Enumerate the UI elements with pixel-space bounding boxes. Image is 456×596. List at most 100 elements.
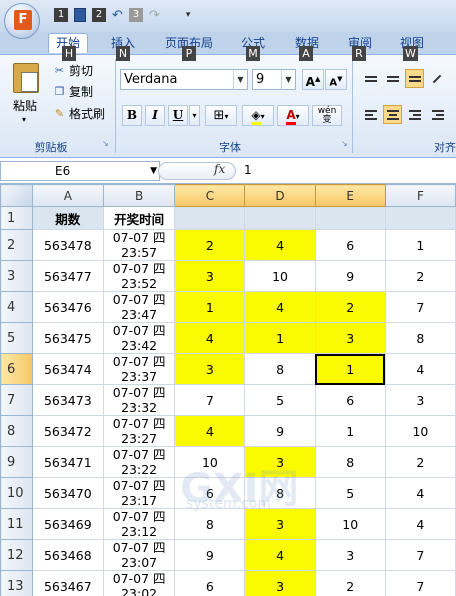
phonetic-button[interactable]: wén 变 xyxy=(312,105,342,126)
fill-color-button[interactable]: ◈▾ xyxy=(242,105,274,126)
cell-f[interactable]: 3 xyxy=(384,384,456,416)
font-launcher-icon[interactable]: ↘ xyxy=(341,139,348,148)
cell-d[interactable]: 8 xyxy=(244,353,316,385)
cell-f[interactable]: 4 xyxy=(384,508,456,540)
cell-d[interactable]: 8 xyxy=(244,477,316,509)
cell-c1[interactable] xyxy=(174,206,246,230)
cell-c[interactable]: 6 xyxy=(174,477,246,509)
cell-c[interactable]: 3 xyxy=(174,353,246,385)
cell-e[interactable]: 5 xyxy=(314,477,386,509)
cell-d[interactable]: 3 xyxy=(244,446,316,478)
undo-icon[interactable]: ↶ xyxy=(112,8,123,23)
cell-period[interactable]: 563473 xyxy=(31,384,104,416)
paste-icon[interactable] xyxy=(13,63,39,93)
align-right-icon[interactable] xyxy=(405,105,424,124)
cell-period[interactable]: 563477 xyxy=(31,260,104,292)
cell-time-header[interactable]: 开奖时间 xyxy=(102,206,176,230)
row-header[interactable]: 3 xyxy=(0,260,33,292)
cell-e[interactable]: 2 xyxy=(314,291,386,323)
cell-time[interactable]: 07-07 四 23:27 xyxy=(102,415,176,447)
cell-e[interactable]: 1 xyxy=(314,353,386,385)
align-top-icon[interactable] xyxy=(361,69,380,88)
row-header[interactable]: 9 xyxy=(0,446,33,478)
bold-button[interactable]: B xyxy=(122,105,142,126)
cell-d[interactable]: 1 xyxy=(244,322,316,354)
cell-time[interactable]: 07-07 四 23:37 xyxy=(102,353,176,385)
cell-period[interactable]: 563468 xyxy=(31,539,104,571)
cell-d[interactable]: 3 xyxy=(244,508,316,540)
cell-f[interactable]: 1 xyxy=(384,229,456,261)
row-header[interactable]: 6 xyxy=(0,353,33,385)
row-header[interactable]: 11 xyxy=(0,508,33,540)
cell-f[interactable]: 7 xyxy=(384,291,456,323)
chevron-down-icon[interactable]: ▼ xyxy=(150,162,157,180)
copy-button[interactable]: ❐ 复制 xyxy=(53,83,93,100)
cell-time[interactable]: 07-07 四 23:42 xyxy=(102,322,176,354)
cell-period[interactable]: 563476 xyxy=(31,291,104,323)
cell-e1[interactable] xyxy=(314,206,386,230)
cell-d[interactable]: 9 xyxy=(244,415,316,447)
cut-button[interactable]: ✂ 剪切 xyxy=(53,62,93,79)
paste-dropdown-icon[interactable]: ▾ xyxy=(22,115,26,124)
cell-e[interactable]: 9 xyxy=(314,260,386,292)
cell-e[interactable]: 8 xyxy=(314,446,386,478)
cell-c[interactable]: 4 xyxy=(174,415,246,447)
cell-d[interactable]: 5 xyxy=(244,384,316,416)
cell-f1[interactable] xyxy=(384,206,456,230)
font-color-button[interactable]: A▾ xyxy=(277,105,309,126)
cell-period[interactable]: 563469 xyxy=(31,508,104,540)
row-header[interactable]: 13 xyxy=(0,570,33,596)
chevron-down-icon[interactable]: ▼ xyxy=(281,70,295,89)
cell-period[interactable]: 563472 xyxy=(31,415,104,447)
cell-d[interactable]: 4 xyxy=(244,229,316,261)
cell-time[interactable]: 07-07 四 23:52 xyxy=(102,260,176,292)
cell-time[interactable]: 07-07 四 23:22 xyxy=(102,446,176,478)
qat-customize-icon[interactable]: ▾ xyxy=(186,10,191,20)
borders-button[interactable]: ⊞▾ xyxy=(205,105,237,126)
cell-c[interactable]: 1 xyxy=(174,291,246,323)
indent-icon[interactable] xyxy=(428,105,447,124)
cell-d1[interactable] xyxy=(244,206,316,230)
format-painter-button[interactable]: ✎ 格式刷 xyxy=(53,105,105,122)
chevron-down-icon[interactable]: ▼ xyxy=(233,70,247,89)
cell-d[interactable]: 4 xyxy=(244,539,316,571)
formula-input[interactable]: 1 xyxy=(244,163,252,177)
row-header[interactable]: 8 xyxy=(0,415,33,447)
cell-c[interactable]: 7 xyxy=(174,384,246,416)
font-name-combo[interactable]: Verdana ▼ xyxy=(120,69,248,90)
cell-time[interactable]: 07-07 四 23:17 xyxy=(102,477,176,509)
cell-time[interactable]: 07-07 四 23:02 xyxy=(102,570,176,596)
column-header-d[interactable]: D xyxy=(244,184,316,207)
cell-e[interactable]: 3 xyxy=(314,539,386,571)
cell-c[interactable]: 10 xyxy=(174,446,246,478)
orientation-icon[interactable] xyxy=(428,69,447,88)
grow-font-button[interactable]: A▲ xyxy=(302,69,324,90)
cell-e[interactable]: 6 xyxy=(314,384,386,416)
cell-c[interactable]: 4 xyxy=(174,322,246,354)
cell-d[interactable]: 3 xyxy=(244,570,316,596)
column-header-e[interactable]: E xyxy=(314,184,386,207)
align-bottom-icon[interactable] xyxy=(405,69,424,88)
cell-d[interactable]: 10 xyxy=(244,260,316,292)
cell-c[interactable]: 3 xyxy=(174,260,246,292)
cell-time[interactable]: 07-07 四 23:12 xyxy=(102,508,176,540)
cell-c[interactable]: 6 xyxy=(174,570,246,596)
cell-period[interactable]: 563475 xyxy=(31,322,104,354)
cell-time[interactable]: 07-07 四 23:32 xyxy=(102,384,176,416)
row-header[interactable]: 2 xyxy=(0,229,33,261)
cell-f[interactable]: 7 xyxy=(384,570,456,596)
cell-f[interactable]: 10 xyxy=(384,415,456,447)
cell-period[interactable]: 563474 xyxy=(31,353,104,385)
cell-e[interactable]: 2 xyxy=(314,570,386,596)
cell-e[interactable]: 6 xyxy=(314,229,386,261)
column-header-a[interactable]: A xyxy=(31,184,104,207)
cell-period[interactable]: 563471 xyxy=(31,446,104,478)
cell-time[interactable]: 07-07 四 23:47 xyxy=(102,291,176,323)
cell-period[interactable]: 563467 xyxy=(31,570,104,596)
row-header[interactable]: 1 xyxy=(0,206,33,230)
cell-c[interactable]: 8 xyxy=(174,508,246,540)
cell-d[interactable]: 4 xyxy=(244,291,316,323)
cell-period-header[interactable]: 期数 xyxy=(31,206,104,230)
cell-time[interactable]: 07-07 四 23:07 xyxy=(102,539,176,571)
cell-f[interactable]: 2 xyxy=(384,446,456,478)
